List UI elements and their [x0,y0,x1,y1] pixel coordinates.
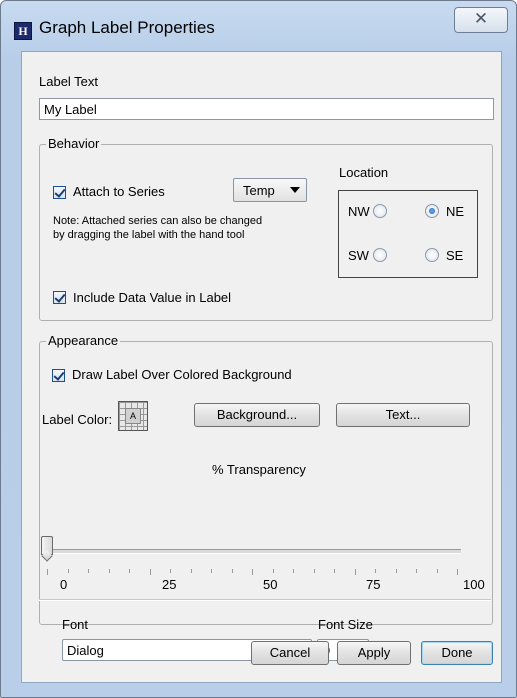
slider-tick [375,569,376,573]
tick-label-0: 0 [60,577,68,592]
include-data-value-label[interactable]: Include Data Value in Label [73,290,231,305]
label-text-input[interactable]: My Label [39,98,494,120]
slider-tick [109,569,110,573]
slider-tick [273,569,274,573]
font-size-label: Font Size [318,617,373,632]
attach-to-series-checkbox[interactable] [53,186,66,199]
window-title: Graph Label Properties [39,18,215,37]
tick-label-25: 25 [162,577,177,592]
label-color-swatch[interactable]: A [118,401,148,431]
slider-tick [47,569,48,575]
slider-tick [334,569,335,573]
behavior-group-title: Behavior [46,136,102,151]
location-se-radio[interactable] [425,248,439,262]
attach-to-series-label[interactable]: Attach to Series [73,184,165,199]
slider-tick [293,569,294,573]
location-sw-radio[interactable] [373,248,387,262]
slider-tick [396,569,397,573]
tick-label-50: 50 [263,577,278,592]
location-radio-group: NW NE SW SE [338,190,478,278]
slider-tick [88,569,89,573]
draw-background-checkbox[interactable] [52,369,65,382]
transparency-label: % Transparency [212,462,306,477]
location-ne-label: NE [446,204,465,219]
appearance-separator [39,599,491,601]
behavior-group: Behavior Attach to Series Temp Note: Att… [39,136,493,321]
slider-tick [150,569,151,575]
label-text-heading: Label Text [39,74,99,89]
cancel-button[interactable]: Cancel [251,641,329,665]
location-nw-radio[interactable] [373,204,387,218]
app-icon: H [14,22,32,40]
text-color-button[interactable]: Text... [336,403,470,427]
font-label: Font [62,617,89,632]
slider-tick [252,569,253,575]
apply-button[interactable]: Apply [337,641,411,665]
close-button[interactable]: ✕ [454,7,508,33]
draw-background-label[interactable]: Draw Label Over Colored Background [72,367,292,382]
location-se-label: SE [446,248,464,263]
chevron-down-icon [290,187,300,193]
font-select-value: Dialog [67,643,104,658]
series-select[interactable]: Temp [233,178,307,202]
slider-tick [437,569,438,573]
location-sw-label: SW [348,248,369,263]
location-ne-radio[interactable] [425,204,439,218]
slider-tick [170,569,171,573]
location-nw-label: NW [348,204,370,219]
done-button[interactable]: Done [421,641,493,665]
slider-tick [68,569,69,573]
transparency-slider-thumb[interactable] [41,536,53,555]
slider-tick [314,569,315,573]
swatch-letter: A [125,408,141,424]
dialog-window: H Graph Label Properties ✕ Label Text My… [0,0,517,698]
slider-tick [191,569,192,573]
location-label: Location [339,165,389,180]
slider-tick [232,569,233,573]
tick-label-75: 75 [366,577,381,592]
slider-tick [129,569,130,573]
include-data-value-checkbox[interactable] [53,291,66,304]
slider-tick [457,569,458,575]
background-button[interactable]: Background... [194,403,320,427]
title-bar[interactable]: H Graph Label Properties ✕ [1,1,516,41]
note-line-2: by dragging the label with the hand tool [53,229,245,241]
label-color-label: Label Color: [42,412,113,427]
dialog-panel: Label Text My Label Behavior Attach to S… [22,52,501,682]
series-select-value: Temp [243,183,275,198]
slider-tick [211,569,212,573]
slider-tick [355,569,356,575]
slider-tick [416,569,417,573]
dialog-body: Label Text My Label Behavior Attach to S… [21,51,502,683]
appearance-group-title: Appearance [46,333,121,348]
transparency-slider-track[interactable] [47,549,461,554]
note-line-1: Note: Attached series can also be change… [53,215,263,227]
tick-label-100: 100 [463,577,485,592]
